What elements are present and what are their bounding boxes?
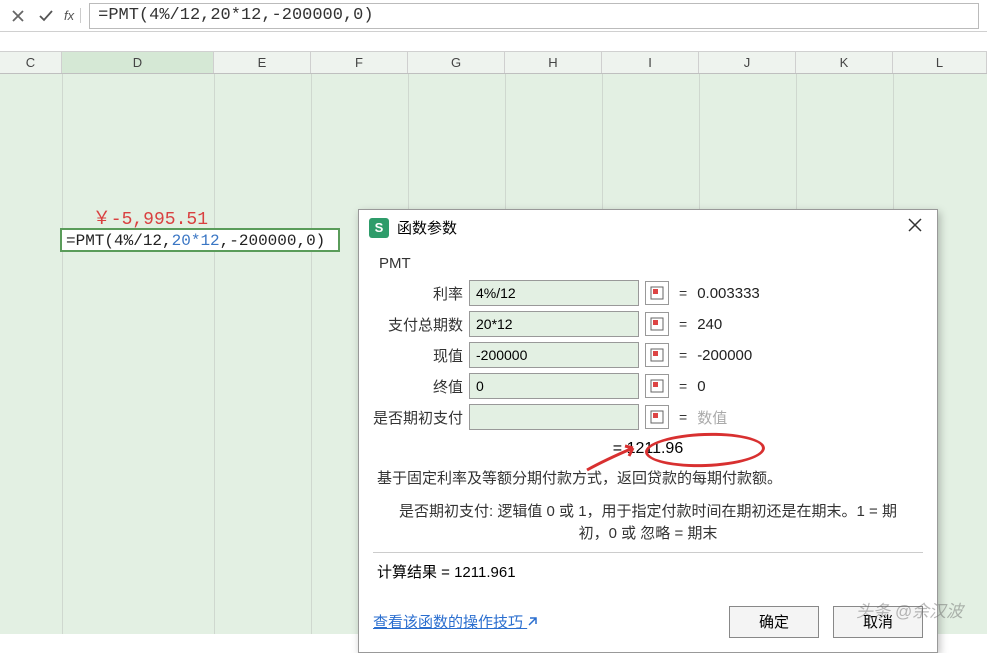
watermark: 头条 @余汉波 — [856, 597, 963, 622]
param-result: 240 — [697, 316, 722, 333]
equals-sign: = — [675, 316, 691, 332]
fx-label[interactable]: fx — [64, 8, 81, 23]
app-icon: S — [369, 218, 389, 238]
formula-input[interactable] — [89, 3, 979, 29]
param-label: 终值 — [373, 376, 463, 397]
formula-text: ,-200000,0) — [220, 232, 326, 250]
param-label: 是否期初支付 — [373, 407, 463, 428]
param-label: 现值 — [373, 345, 463, 366]
preview-result: = 1211.96 — [373, 440, 923, 458]
param-label: 支付总期数 — [373, 314, 463, 335]
cell-editor[interactable]: =PMT(4%/12,20*12,-200000,0) — [60, 228, 340, 252]
equals-sign: = — [675, 347, 691, 363]
formula-cancel-button[interactable] — [8, 6, 28, 26]
formula-text: , — [162, 232, 172, 250]
spreadsheet-grid[interactable]: ￥-5,995.51 =PMT(4%/12,20*12,-200000,0) S… — [0, 74, 987, 634]
calc-result: 计算结果 = 1211.961 — [377, 561, 919, 582]
formula-text: =PMT( — [66, 232, 114, 250]
param-input-rate[interactable] — [469, 280, 639, 306]
col-header[interactable]: C — [0, 52, 62, 73]
function-arguments-dialog: S 函数参数 PMT 利率 = 0.003333 支付总期数 = 240 — [358, 209, 938, 653]
equals-sign: = — [675, 285, 691, 301]
param-input-fv[interactable] — [469, 373, 639, 399]
param-row: 支付总期数 = 240 — [373, 311, 923, 337]
param-row: 是否期初支付 = 数值 — [373, 404, 923, 430]
close-icon[interactable] — [903, 216, 927, 239]
formula-bar: fx — [0, 0, 987, 32]
param-label: 利率 — [373, 283, 463, 304]
range-picker-icon[interactable] — [645, 374, 669, 398]
divider — [373, 552, 923, 553]
param-row: 终值 = 0 — [373, 373, 923, 399]
col-header[interactable]: F — [311, 52, 408, 73]
range-picker-icon[interactable] — [645, 405, 669, 429]
function-name: PMT — [379, 255, 923, 272]
help-link[interactable]: 查看该函数的操作技巧 — [373, 611, 539, 632]
col-header[interactable]: K — [796, 52, 893, 73]
circle-annotation — [644, 431, 765, 469]
param-help: 是否期初支付: 逻辑值 0 或 1，用于指定付款时间在期初还是在期末。1 = 期… — [377, 501, 919, 546]
param-result: 0 — [697, 378, 705, 395]
arrow-annotation — [585, 442, 645, 472]
range-picker-icon[interactable] — [645, 343, 669, 367]
col-header[interactable]: H — [505, 52, 602, 73]
column-headers: C D E F G H I J K L — [0, 52, 987, 74]
dialog-title: 函数参数 — [397, 217, 457, 238]
function-description: 基于固定利率及等额分期付款方式，返回贷款的每期付款额。 — [377, 468, 919, 491]
param-result: -200000 — [697, 347, 752, 364]
col-header[interactable]: I — [602, 52, 699, 73]
cell-value[interactable]: ￥-5,995.51 — [62, 204, 214, 230]
dialog-titlebar[interactable]: S 函数参数 — [359, 210, 937, 245]
col-header[interactable]: J — [699, 52, 796, 73]
formula-text: 4%/12 — [114, 232, 162, 250]
col-header[interactable]: L — [893, 52, 987, 73]
range-picker-icon[interactable] — [645, 281, 669, 305]
range-picker-icon[interactable] — [645, 312, 669, 336]
equals-sign: = — [675, 409, 691, 425]
equals-sign: = — [675, 378, 691, 394]
param-row: 利率 = 0.003333 — [373, 280, 923, 306]
col-header[interactable]: E — [214, 52, 311, 73]
param-result: 0.003333 — [697, 285, 760, 302]
param-input-nper[interactable] — [469, 311, 639, 337]
param-input-type[interactable] — [469, 404, 639, 430]
param-result: 数值 — [697, 407, 727, 428]
col-header[interactable]: D — [62, 52, 214, 73]
col-header[interactable]: G — [408, 52, 505, 73]
param-row: 现值 = -200000 — [373, 342, 923, 368]
formula-text: 20*12 — [172, 232, 220, 250]
formula-accept-button[interactable] — [36, 6, 56, 26]
param-input-pv[interactable] — [469, 342, 639, 368]
dialog-footer: 查看该函数的操作技巧 确定 取消 — [359, 598, 937, 652]
ok-button[interactable]: 确定 — [729, 606, 819, 638]
